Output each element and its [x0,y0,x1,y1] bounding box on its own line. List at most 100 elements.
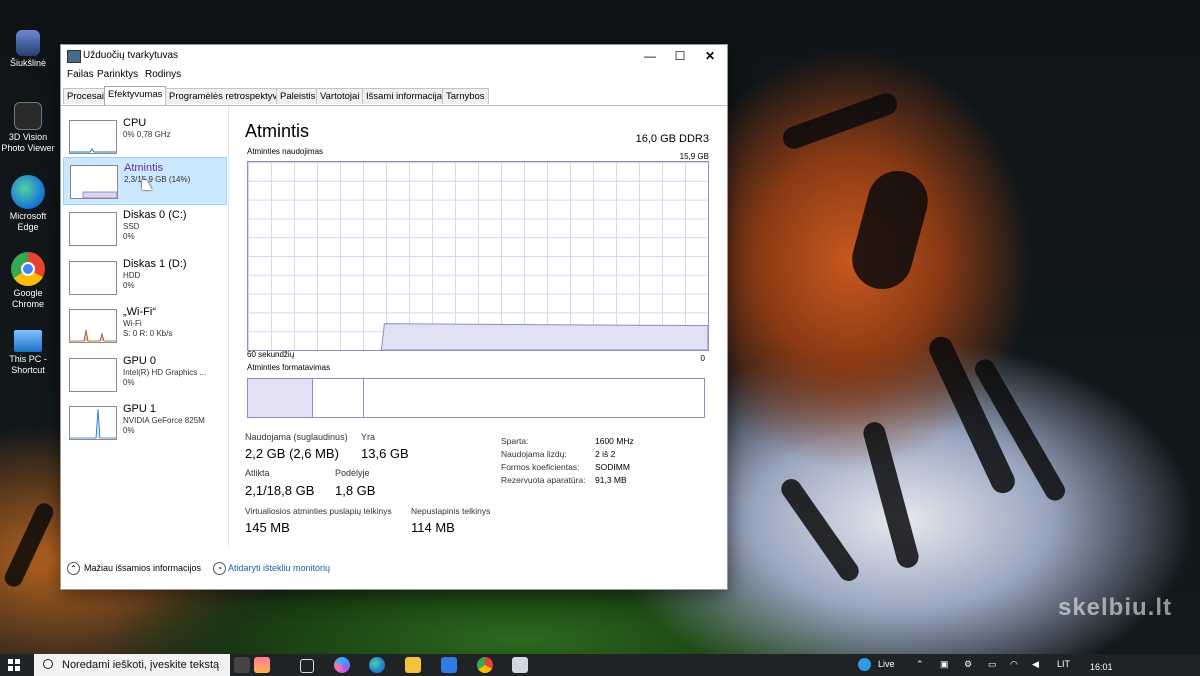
resource-detail: HDD [123,271,141,280]
resource-name: GPU 0 [123,355,157,367]
resource-detail: Intel(R) HD Graphics ... [123,368,207,377]
tab-strip: Procesai Efektyvumas Programėlės retrosp… [61,85,727,106]
footer-bar: ⌃ Mažiau išsamios informacijos ◔ Atidary… [61,553,727,587]
resource-name: GPU 1 [123,403,157,415]
graph-axis-right: 0 [700,354,705,363]
resource-detail: SSD [123,222,140,231]
cached-value: 1,8 GB [335,483,376,498]
desktop-icon-edge[interactable]: Microsoft Edge [0,175,56,233]
page-title: Atmintis [245,121,310,141]
menu-options[interactable]: Parinktys [97,69,138,80]
menu-view[interactable]: Rodinys [145,69,181,80]
usage-graph-label: Atminties naudojimas [247,147,324,156]
desktop-icon-this-pc[interactable]: This PC - Shortcut [0,330,56,376]
committed-value: 2,1/18,8 GB [245,483,315,498]
tab-services[interactable]: Tarnybos [442,88,489,104]
resource-gpu-1[interactable]: GPU 1 NVIDIA GeForce 825M 0% [63,399,225,445]
taskbar: Noredami ieškoti, įveskite tekstą Live ⌃… [0,654,1200,676]
desktop-icon-label: Google Chrome [11,288,44,309]
wifi-tray-icon[interactable]: ◠ [1010,659,1018,670]
available-value: 13,6 GB [361,446,409,461]
resource-list: CPU 0% 0,78 GHz Atmintis 2,3/15,9 GB (14… [63,109,227,541]
open-resource-monitor-link[interactable]: Atidaryti ištekliu monitorių [228,563,330,573]
search-placeholder: Noredami ieškoti, įveskite tekstą [62,659,220,671]
camera-app-icon[interactable] [234,657,250,673]
weather-icon[interactable] [858,658,871,671]
resource-name: „Wi-Fi“ [123,306,156,318]
reserved-value: 91,3 MB [595,475,627,485]
resource-detail: 0% 0,78 GHz [123,130,171,139]
tab-details[interactable]: Išsami informacija [362,88,447,104]
network-icon[interactable]: ▣ [940,659,949,670]
tab-performance[interactable]: Efektyvumas [104,86,167,105]
close-button[interactable]: ✕ [695,47,725,65]
task-manager-taskbar-icon[interactable] [512,657,528,673]
composition-label: Atminties formatavimas [247,363,331,372]
resource-disk-0[interactable]: Diskas 0 (C:) SSD 0% [63,205,225,251]
resource-gpu-0[interactable]: GPU 0 Intel(R) HD Graphics ... 0% [63,351,225,397]
resource-name: Atmintis [124,162,164,174]
desktop-icon-label: Microsoft Edge [9,211,47,232]
desktop-icon-recycle-bin[interactable]: Šiukšlinė [0,30,56,69]
task-manager-icon [67,50,81,63]
news-widget-icon[interactable] [254,657,270,673]
speed-value: 1600 MHz [595,436,634,446]
desktop-icon-label: Šiukšlinė [9,58,47,68]
title-bar[interactable]: Užduočių tvarkytuvas — ☐ ✕ [61,45,727,67]
search-icon [43,659,53,669]
chevron-up-icon[interactable]: ⌃ [67,562,80,575]
memory-thumbnail-graph [70,165,118,199]
chevron-up-tray-icon[interactable]: ⌃ [916,659,924,670]
tab-app-history[interactable]: Programėlės retrospektyva [165,88,287,104]
tab-users[interactable]: Vartotojai [316,88,364,104]
speed-label: Sparta: [501,436,529,446]
resource-cpu[interactable]: CPU 0% 0,78 GHz [63,113,225,159]
store-icon[interactable] [441,657,457,673]
chrome-taskbar-icon[interactable] [477,657,493,673]
copilot-icon[interactable] [334,657,350,673]
edge-icon [11,175,45,209]
fewer-details-link[interactable]: Mažiau išsamios informacijos [84,563,201,573]
tab-startup[interactable]: Paleistis [276,88,320,104]
cpu-thumbnail-graph [69,120,117,154]
resource-monitor-icon: ◔ [213,562,226,575]
slots-value: 2 iš 2 [595,449,616,459]
slots-label: Naudojama lizdų: [501,449,567,459]
nonpaged-pool-value: 114 MB [411,520,455,535]
cached-label: Podėlyje [335,468,370,478]
desktop-icon-label: This PC - Shortcut [9,354,47,375]
desktop-icon-chrome[interactable]: Google Chrome [0,252,56,310]
language-indicator[interactable]: LIT [1057,659,1070,669]
battery-icon[interactable]: ▭ [988,659,997,670]
windows-start-button[interactable] [8,659,20,671]
resource-disk-1[interactable]: Diskas 1 (D:) HDD 0% [63,254,225,300]
file-explorer-icon[interactable] [405,657,421,673]
resource-value: 0% [123,281,135,290]
task-view-icon[interactable] [300,659,314,673]
wifi-thumbnail-graph [69,309,117,343]
resource-name: Diskas 1 (D:) [123,258,187,270]
this-pc-icon [14,330,42,352]
volume-icon[interactable]: ◀ [1032,659,1039,670]
recycle-bin-icon [16,30,40,56]
menu-file[interactable]: Failas [67,69,94,80]
resource-wifi[interactable]: „Wi-Fi“ Wi-Fi S: 0 R: 0 Kb/s [63,302,225,348]
desktop-icon-3d-vision[interactable]: 3D Vision Photo Viewer [0,102,56,154]
resource-name: CPU [123,117,147,129]
taskbar-search-box[interactable]: Noredami ieškoti, įveskite tekstą [34,654,230,676]
maximize-button[interactable]: ☐ [665,47,695,65]
weather-label: Live [878,659,895,669]
memory-usage-graph [247,161,709,351]
minimize-button[interactable]: — [635,47,665,65]
reserved-label: Rezervuota aparatūra: [501,475,586,485]
settings-tray-icon[interactable]: ⚙ [964,659,972,670]
resource-memory[interactable]: Atmintis 2,3/15,9 GB (14%) [63,157,227,205]
disk1-thumbnail-graph [69,261,117,295]
mouse-cursor-icon [142,180,152,190]
chrome-icon [11,252,45,286]
tab-processes[interactable]: Procesai [63,88,108,104]
usage-graph-max: 15,9 GB [679,152,709,161]
clock[interactable]: 16:01 [1090,662,1113,672]
edge-taskbar-icon[interactable] [369,657,385,673]
task-manager-window: Užduočių tvarkytuvas — ☐ ✕ Failas Parink… [60,44,728,590]
